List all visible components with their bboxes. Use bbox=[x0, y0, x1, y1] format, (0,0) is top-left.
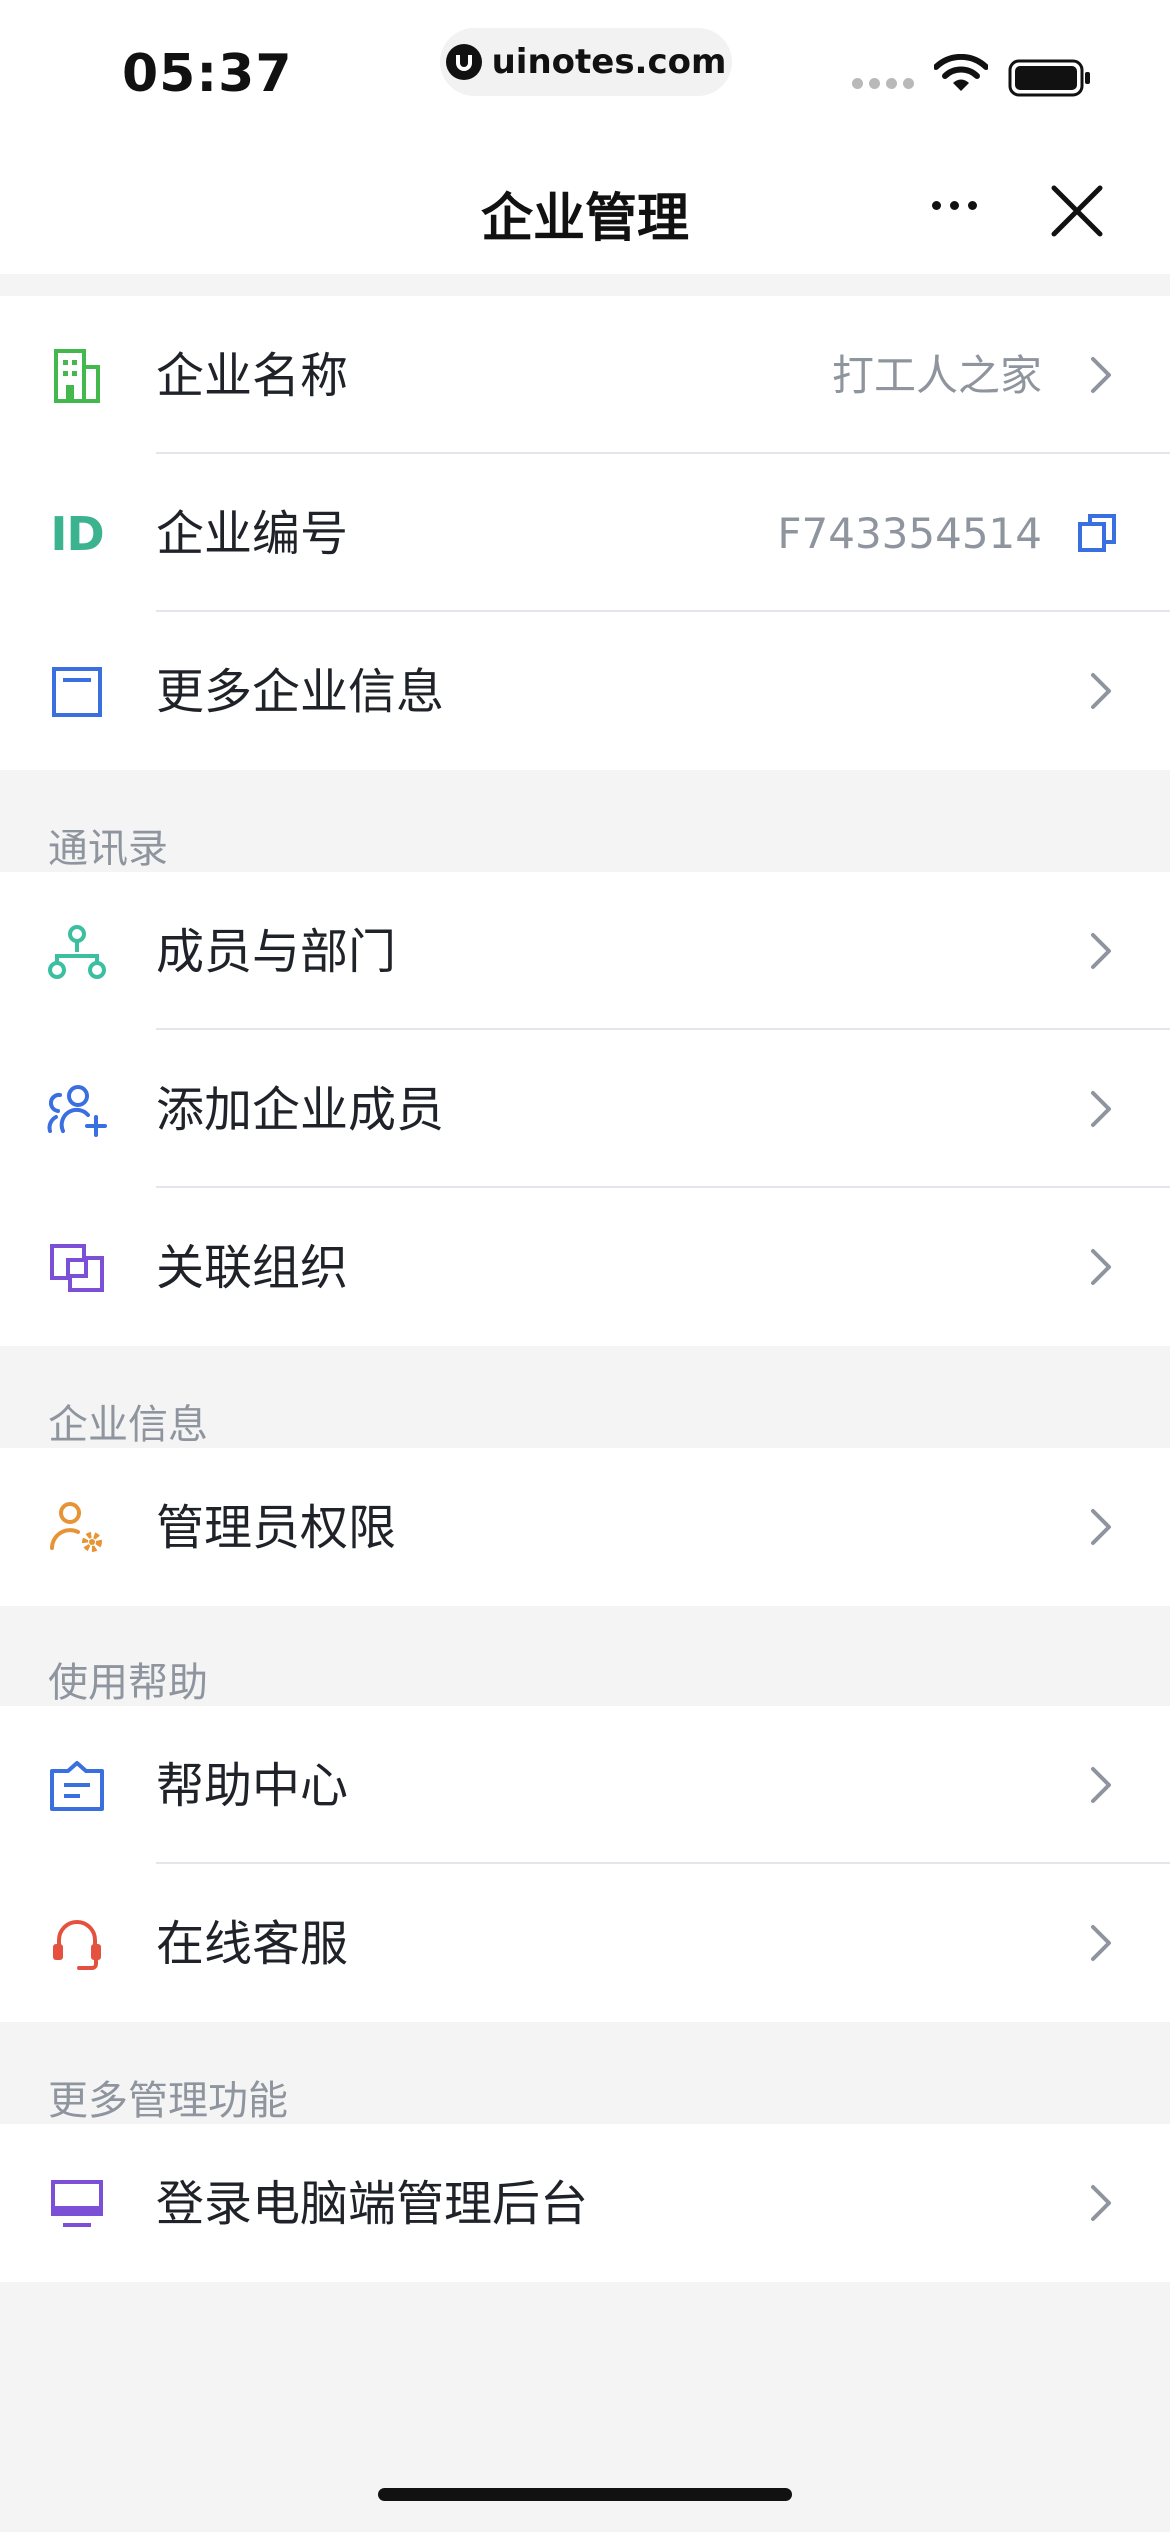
url-text: uinotes.com bbox=[491, 42, 727, 82]
admin-permissions-label: 管理员权限 bbox=[156, 1500, 397, 1556]
members-departments-row[interactable]: 成员与部门 bbox=[0, 872, 1170, 1030]
help-center-label: 帮助中心 bbox=[156, 1758, 349, 1814]
online-service-row[interactable]: 在线客服 bbox=[0, 1864, 1170, 2022]
battery-icon bbox=[1008, 59, 1090, 97]
building-icon bbox=[44, 346, 110, 406]
help-center-row[interactable]: 帮助中心 bbox=[0, 1706, 1170, 1864]
chevron-right-icon bbox=[1091, 1091, 1111, 1127]
status-bar: 05:37 uinotes.com bbox=[0, 0, 1170, 140]
chevron-right-icon bbox=[1091, 1509, 1111, 1545]
members-departments-label: 成员与部门 bbox=[156, 924, 397, 980]
link-org-row[interactable]: 关联组织 bbox=[0, 1188, 1170, 1346]
close-icon[interactable] bbox=[1046, 180, 1108, 242]
more-admin-group: 登录电脑端管理后台 bbox=[0, 2124, 1170, 2282]
more-company-info-label: 更多企业信息 bbox=[156, 664, 445, 720]
add-member-icon bbox=[44, 1080, 110, 1140]
cellular-signal-icon bbox=[852, 78, 914, 89]
desktop-admin-row[interactable]: 登录电脑端管理后台 bbox=[0, 2124, 1170, 2282]
company-name-row[interactable]: 企业名称 打工人之家 bbox=[0, 296, 1170, 454]
org-structure-icon bbox=[44, 922, 110, 982]
wifi-icon bbox=[934, 54, 988, 91]
status-time: 05:37 bbox=[122, 44, 293, 104]
contacts-group: 成员与部门 添加企业成员 关联组织 bbox=[0, 872, 1170, 1346]
info-card-icon bbox=[44, 662, 110, 722]
headset-icon bbox=[44, 1914, 110, 1974]
url-pill[interactable]: uinotes.com bbox=[440, 28, 732, 96]
section-title-contacts: 通讯录 bbox=[48, 826, 168, 872]
chevron-right-icon bbox=[1091, 2185, 1111, 2221]
company-name-label: 企业名称 bbox=[156, 348, 349, 404]
desktop-admin-label: 登录电脑端管理后台 bbox=[156, 2176, 589, 2232]
chevron-right-icon bbox=[1091, 1925, 1111, 1961]
page-title: 企业管理 bbox=[480, 189, 689, 249]
id-icon: ID bbox=[50, 507, 104, 561]
section-title-help: 使用帮助 bbox=[48, 1660, 208, 1706]
add-member-label: 添加企业成员 bbox=[156, 1082, 445, 1138]
chevron-right-icon bbox=[1091, 933, 1111, 969]
add-member-row[interactable]: 添加企业成员 bbox=[0, 1030, 1170, 1188]
admin-permissions-row[interactable]: 管理员权限 bbox=[0, 1448, 1170, 1606]
chevron-right-icon bbox=[1091, 1767, 1111, 1803]
company-id-row: ID 企业编号 F743354514 bbox=[0, 454, 1170, 612]
help-group: 帮助中心 在线客服 bbox=[0, 1706, 1170, 2022]
site-logo-icon bbox=[445, 44, 482, 80]
link-org-icon bbox=[44, 1238, 110, 1298]
desktop-icon bbox=[44, 2174, 110, 2234]
chevron-right-icon bbox=[1091, 357, 1111, 393]
more-options-button[interactable] bbox=[922, 180, 986, 230]
home-indicator[interactable] bbox=[378, 2488, 792, 2501]
nav-bar: 企业管理 bbox=[0, 140, 1170, 274]
link-org-label: 关联组织 bbox=[156, 1240, 349, 1296]
enterprise-info-group: 管理员权限 bbox=[0, 1448, 1170, 1606]
chevron-right-icon bbox=[1091, 673, 1111, 709]
company-id-value: F743354514 bbox=[777, 509, 1042, 558]
admin-settings-icon bbox=[44, 1498, 110, 1558]
more-company-info-row[interactable]: 更多企业信息 bbox=[0, 612, 1170, 770]
section-title-enterprise-info: 企业信息 bbox=[48, 1402, 208, 1448]
company-id-label: 企业编号 bbox=[156, 506, 349, 562]
copy-icon[interactable] bbox=[1076, 512, 1118, 554]
company-info-group: 企业名称 打工人之家 ID 企业编号 F743354514 更多企业信息 bbox=[0, 296, 1170, 770]
section-title-more-admin: 更多管理功能 bbox=[48, 2078, 288, 2124]
company-name-value: 打工人之家 bbox=[831, 351, 1042, 400]
help-center-icon bbox=[44, 1756, 110, 1816]
online-service-label: 在线客服 bbox=[156, 1916, 349, 1972]
chevron-right-icon bbox=[1091, 1249, 1111, 1285]
